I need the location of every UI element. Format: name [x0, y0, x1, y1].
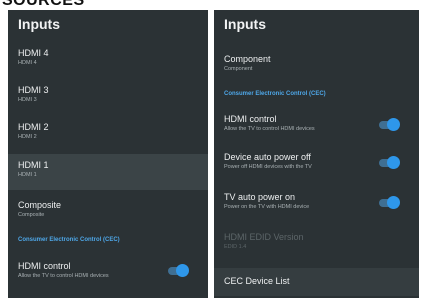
input-item-hdmi-2[interactable]: HDMI 2 HDMI 2 — [8, 122, 208, 152]
input-label: Composite — [18, 200, 62, 210]
hdmi-edid-version-value: EDID 1.4 — [224, 244, 247, 250]
hdmi-control-row[interactable]: HDMI control Allow the TV to control HDM… — [8, 261, 208, 291]
toggle-knob — [387, 156, 400, 169]
input-label: Component — [224, 54, 271, 64]
cec-section-header: Consumer Electronic Control (CEC) — [18, 237, 120, 243]
hdmi-edid-version-label: HDMI EDID Version — [224, 232, 304, 242]
cec-device-list-item[interactable]: CEC Device List — [214, 268, 419, 296]
panel-title: Inputs — [18, 16, 60, 32]
cec-device-list-label: CEC Device List — [224, 276, 290, 286]
input-label: HDMI 3 — [18, 85, 49, 95]
input-item-composite[interactable]: Composite Composite — [8, 200, 208, 230]
device-auto-power-off-row[interactable]: Device auto power off Power off HDMI dev… — [214, 152, 419, 184]
input-item-hdmi-1[interactable]: HDMI 1 HDMI 1 — [8, 154, 208, 190]
input-sublabel: Component — [224, 66, 253, 72]
input-sublabel: HDMI 2 — [18, 134, 37, 140]
toggle-knob — [387, 196, 400, 209]
input-item-hdmi-3[interactable]: HDMI 3 HDMI 3 — [8, 85, 208, 115]
input-label: HDMI 1 — [18, 160, 49, 170]
input-sublabel: HDMI 3 — [18, 97, 37, 103]
page-title: SOURCES — [2, 0, 85, 9]
hdmi-control-toggle[interactable] — [379, 118, 400, 131]
input-sublabel: HDMI 1 — [18, 172, 37, 178]
inputs-panel-right: Inputs Component Component Consumer Elec… — [214, 10, 419, 298]
cec-section-header: Consumer Electronic Control (CEC) — [224, 91, 326, 97]
device-auto-power-off-toggle[interactable] — [379, 156, 400, 169]
tv-auto-power-on-row[interactable]: TV auto power on Power on the TV with HD… — [214, 192, 419, 224]
input-item-hdmi-4[interactable]: HDMI 4 HDMI 4 — [8, 48, 208, 78]
input-item-component[interactable]: Component Component — [214, 50, 419, 86]
inputs-panel-left: Inputs HDMI 4 HDMI 4 HDMI 3 HDMI 3 HDMI … — [8, 10, 208, 298]
hdmi-control-row[interactable]: HDMI control Allow the TV to control HDM… — [214, 114, 419, 146]
input-sublabel: HDMI 4 — [18, 60, 37, 66]
toggle-knob — [387, 118, 400, 131]
tv-auto-power-on-toggle[interactable] — [379, 196, 400, 209]
hdmi-control-toggle[interactable] — [168, 264, 189, 277]
toggle-knob — [176, 264, 189, 277]
hdmi-edid-version-item: HDMI EDID Version EDID 1.4 — [214, 232, 419, 264]
input-label: HDMI 4 — [18, 48, 49, 58]
panel-title: Inputs — [224, 16, 266, 32]
page-header: SOURCES — [0, 0, 425, 10]
input-label: HDMI 2 — [18, 122, 49, 132]
input-sublabel: Composite — [18, 212, 45, 218]
